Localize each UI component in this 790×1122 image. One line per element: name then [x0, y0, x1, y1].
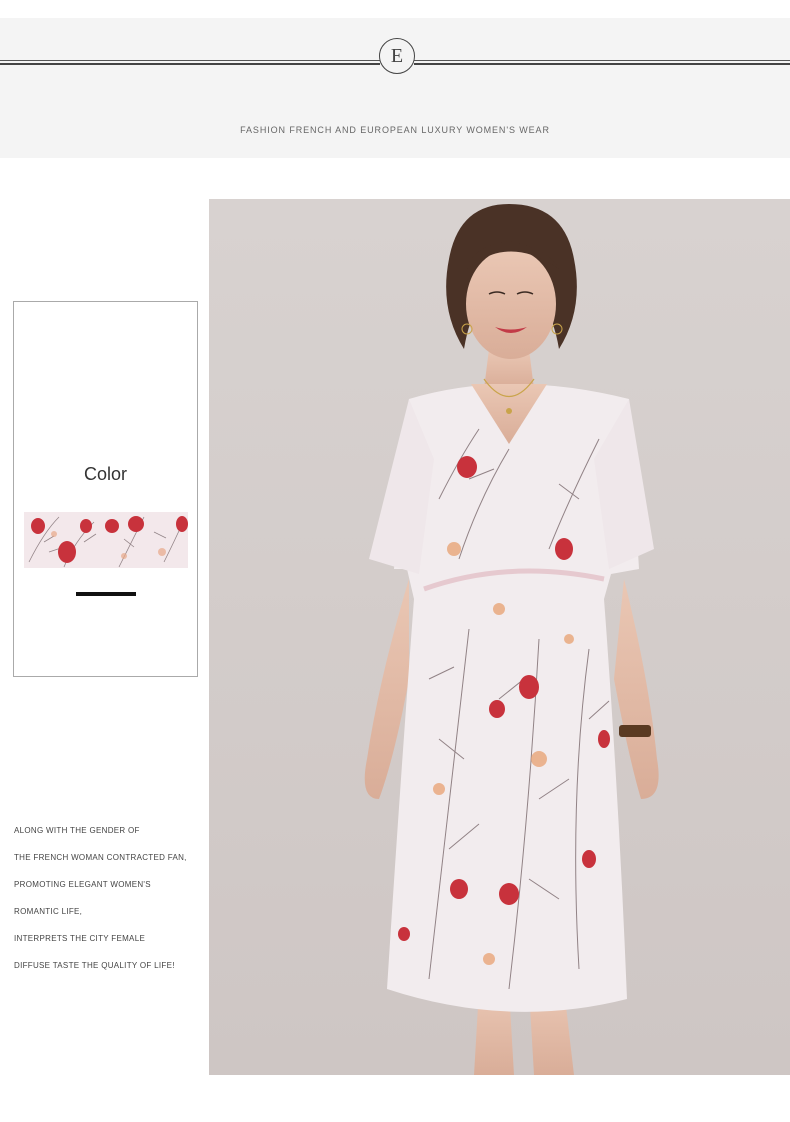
color-label: Color [83, 464, 127, 484]
emblem-letter: E [390, 44, 404, 67]
header-rule-left [0, 60, 380, 61]
description-line: INTERPRETS THE CITY FEMALE [14, 934, 146, 943]
color-swatch-floral[interactable] [24, 512, 188, 568]
selected-indicator [76, 592, 136, 596]
header-band: E FASHION FRENCH AND EUROPEAN LUXURY WOM… [0, 18, 790, 158]
description-line: PROMOTING ELEGANT WOMEN'S [14, 880, 151, 889]
header-rule-right [414, 60, 790, 61]
model-illustration [364, 204, 659, 1075]
description-line: DIFFUSE TASTE THE QUALITY OF LIFE! [14, 961, 175, 970]
color-selector-card: Color [13, 301, 198, 677]
description-line: ALONG WITH THE GENDER OF [14, 826, 140, 835]
product-photo [209, 199, 790, 1075]
floral-swatch-pattern [24, 512, 188, 568]
header-rule-left-thick [0, 63, 380, 65]
description-line: ROMANTIC LIFE, [14, 907, 83, 916]
brand-description: ALONG WITH THE GENDER OF THE FRENCH WOMA… [14, 817, 204, 979]
header-rule-right-thick [414, 63, 790, 65]
description-line: THE FRENCH WOMAN CONTRACTED FAN, [14, 853, 187, 862]
tagline: FASHION FRENCH AND EUROPEAN LUXURY WOMEN… [240, 125, 550, 135]
brand-emblem-icon: E [379, 38, 415, 74]
